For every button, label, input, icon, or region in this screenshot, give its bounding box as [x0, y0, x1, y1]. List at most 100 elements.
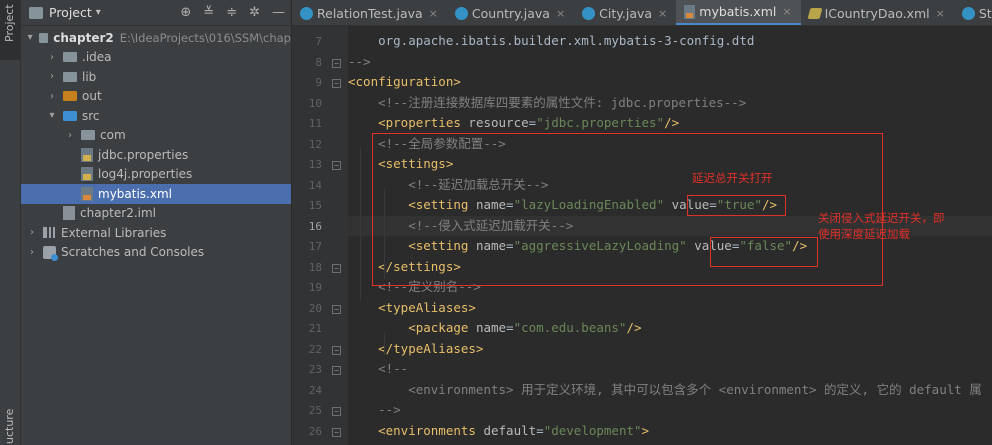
code-token: <typeAliases>: [348, 299, 476, 315]
code-line[interactable]: -->: [348, 400, 992, 421]
code-editor[interactable]: <environments default="development"> -->…: [348, 26, 992, 445]
indent-guide: [360, 148, 361, 300]
code-line[interactable]: <environments> 用于定义环境, 其中可以包含多个 <environ…: [348, 380, 992, 401]
code-line[interactable]: <!--: [348, 359, 992, 380]
tree-item-label: chapter2: [53, 30, 114, 45]
chevron-right-icon[interactable]: ›: [47, 91, 57, 102]
structure-tool-tab[interactable]: ucture: [0, 400, 21, 445]
tab-city-java[interactable]: City.java ×: [574, 0, 676, 25]
expand-all-icon[interactable]: ≚: [203, 5, 214, 20]
fold-toggle-icon[interactable]: −: [332, 58, 341, 68]
code-line[interactable]: <properties resource="jdbc.properties"/>: [348, 113, 992, 134]
fold-toggle-icon[interactable]: −: [332, 79, 341, 88]
aggressive-value-highlight-box: [710, 237, 818, 267]
code-line[interactable]: <package name="com.edu.beans"/>: [348, 318, 992, 339]
tab-label: RelationTest.java: [317, 5, 423, 21]
chevron-right-icon[interactable]: ›: [27, 227, 37, 238]
tree-item-com[interactable]: › com: [21, 126, 291, 146]
tab-student-java[interactable]: Student.ja: [954, 0, 992, 25]
close-icon[interactable]: ×: [429, 7, 438, 20]
tree-item-idea[interactable]: › .idea: [21, 48, 291, 68]
gear-icon[interactable]: ✲: [249, 5, 260, 20]
code-line[interactable]: org.apache.ibatis.builder.xml.mybatis-3-…: [348, 31, 992, 52]
tree-item-label: jdbc.properties: [98, 147, 189, 162]
tree-item-mybatis-xml[interactable]: mybatis.xml: [21, 184, 291, 204]
project-panel: Project ▾ ⊕ ≚ ≑ ✲ — ▾ chapter2 E:\IdeaPr…: [21, 0, 292, 445]
code-line[interactable]: <environments default="development">: [348, 421, 992, 442]
line-number: 9: [315, 76, 322, 89]
tree-item-lib[interactable]: › lib: [21, 67, 291, 87]
project-view-selector[interactable]: Project: [49, 5, 92, 20]
tab-country-java[interactable]: Country.java ×: [447, 0, 574, 25]
tree-item-jdbc-properties[interactable]: jdbc.properties: [21, 145, 291, 165]
fold-toggle-icon[interactable]: −: [332, 427, 341, 437]
hide-panel-icon[interactable]: —: [272, 5, 285, 20]
project-tool-tab[interactable]: Project: [0, 0, 21, 60]
tree-item-label: out: [82, 89, 102, 104]
java-class-icon: [582, 6, 596, 20]
chevron-down-icon[interactable]: ▾: [27, 32, 33, 43]
chevron-right-icon[interactable]: ›: [47, 52, 57, 63]
fold-toggle-icon[interactable]: −: [332, 345, 341, 355]
line-number: 8: [315, 55, 322, 69]
collapse-all-icon[interactable]: ≑: [226, 5, 237, 20]
tree-item-out[interactable]: › out: [21, 87, 291, 107]
project-tree: ▾ chapter2 E:\IdeaProjects\016\SSM\chap …: [21, 26, 291, 262]
code-token: />: [664, 115, 680, 130]
code-token: </typeAliases>: [348, 340, 484, 356]
fold-toggle-icon[interactable]: −: [332, 304, 341, 314]
close-icon[interactable]: ×: [658, 7, 667, 20]
fold-toggle-icon[interactable]: −: [332, 366, 341, 375]
close-icon[interactable]: ×: [782, 5, 791, 18]
tab-relationtest-java[interactable]: RelationTest.java ×: [292, 0, 447, 25]
code-token: "jdbc.properties": [536, 115, 665, 130]
code-token: "development": [543, 422, 642, 438]
tree-item-log4j-properties[interactable]: log4j.properties: [21, 165, 291, 185]
tree-item-external-libraries[interactable]: › External Libraries: [21, 223, 291, 243]
code-line[interactable]: <typeAliases>: [348, 298, 992, 319]
tab-label: mybatis.xml: [699, 4, 777, 19]
close-icon[interactable]: ×: [556, 7, 565, 20]
project-icon: [29, 6, 43, 19]
tree-item-src[interactable]: ▾ src: [21, 106, 291, 126]
line-number: 17: [308, 240, 322, 253]
line-number: 23: [308, 363, 322, 376]
fold-toggle-icon[interactable]: −: [332, 263, 341, 273]
line-number: 10: [308, 96, 322, 110]
annotation-aggressive-line2: 使用深度延迟加载: [818, 227, 910, 241]
tree-item-scratches[interactable]: › Scratches and Consoles: [21, 243, 291, 263]
code-token: =: [536, 422, 544, 438]
java-class-icon: [454, 6, 468, 20]
annotation-lazy-loading: 延迟总开关打开: [692, 171, 773, 185]
tree-item-chapter2[interactable]: ▾ chapter2 E:\IdeaProjects\016\SSM\chap: [21, 28, 291, 48]
tree-item-label: com: [100, 128, 126, 143]
line-number: 13: [308, 158, 322, 171]
code-token: >: [641, 422, 650, 438]
fold-toggle-icon[interactable]: −: [332, 161, 341, 170]
tab-mybatis-xml[interactable]: mybatis.xml ×: [676, 0, 801, 25]
code-token: resource: [468, 115, 529, 130]
tree-item-label: Scratches and Consoles: [61, 245, 205, 260]
tab-icountrydao-xml[interactable]: ICountryDao.xml ×: [801, 0, 954, 25]
line-number: 24: [308, 383, 322, 397]
tree-item-chapter2-iml[interactable]: chapter2.iml: [21, 204, 291, 224]
package-icon: [81, 130, 95, 141]
chevron-right-icon[interactable]: ›: [65, 130, 75, 141]
editor-gutter[interactable]: 7 8−9−10 11 12 13−14 15 16 17 18−19 20−21 22−23−24…: [292, 26, 348, 445]
chevron-right-icon[interactable]: ›: [27, 247, 37, 258]
tool-window-strip: Project ucture: [0, 0, 21, 445]
close-icon[interactable]: ×: [936, 7, 945, 20]
code-line[interactable]: <configuration>: [348, 72, 992, 93]
locate-icon[interactable]: ⊕: [180, 5, 191, 20]
code-token: <!--注册连接数据库四要素的属性文件: jdbc.properties-->: [348, 94, 747, 110]
code-line[interactable]: <!--注册连接数据库四要素的属性文件: jdbc.properties-->: [348, 93, 992, 114]
project-tool-tab-label: Project: [3, 4, 16, 42]
tree-item-label: src: [82, 108, 100, 123]
code-line[interactable]: -->: [348, 52, 992, 73]
chevron-right-icon[interactable]: ›: [47, 71, 57, 82]
chevron-down-icon[interactable]: ▾: [96, 7, 101, 18]
tree-item-label: .idea: [82, 50, 112, 65]
code-line[interactable]: </typeAliases>: [348, 339, 992, 360]
fold-toggle-icon[interactable]: −: [332, 407, 341, 416]
chevron-down-icon[interactable]: ▾: [47, 110, 57, 121]
